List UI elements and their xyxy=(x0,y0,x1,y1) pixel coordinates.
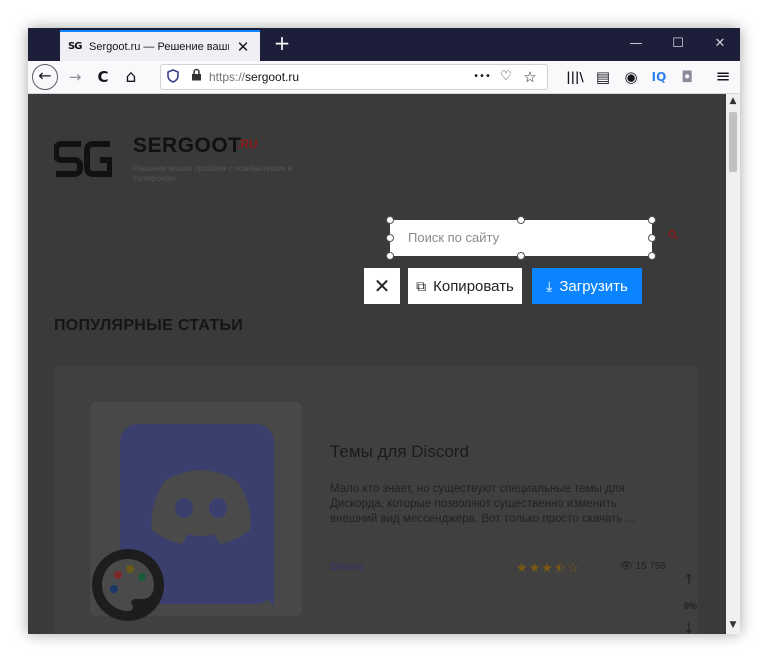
screenshot-download-button[interactable]: ⤓ Загрузить xyxy=(532,268,642,304)
library-icon[interactable]: |||\ xyxy=(562,64,588,90)
rating-stars[interactable]: ★★★⯪☆ xyxy=(516,559,580,581)
selection-handle[interactable] xyxy=(648,234,656,242)
discord-icon xyxy=(151,470,251,544)
back-button[interactable]: ← xyxy=(32,64,58,90)
vertical-scrollbar[interactable]: ▲ ▼ xyxy=(726,94,740,634)
extension-icon[interactable]: ◘ xyxy=(674,64,700,90)
article-description: Мало кто знает, но существуют специальны… xyxy=(330,483,636,525)
page-actions-icon[interactable]: ••• xyxy=(471,65,493,89)
search-placeholder: Поиск по сайту xyxy=(408,230,500,245)
selection-handle[interactable] xyxy=(386,216,394,224)
scroll-up-button[interactable]: ▲ xyxy=(726,96,740,108)
url-protocol: https:// xyxy=(209,70,246,84)
browser-window: SG Sergoot.ru — Решение ваших ✕ + — ☐ ✕ … xyxy=(28,28,740,634)
url-host: sergoot.ru xyxy=(245,70,300,84)
home-button[interactable]: ⌂ xyxy=(118,64,144,90)
search-input[interactable]: Поиск по сайту xyxy=(390,220,652,256)
section-title: ПОПУЛЯРНЫЕ СТАТЬИ xyxy=(54,317,244,334)
sidebar-icon[interactable]: ▤ xyxy=(590,64,616,90)
pocket-icon[interactable]: ♡ xyxy=(495,65,517,89)
url-bar[interactable]: https://sergoot.ru ••• ♡ ☆ xyxy=(160,64,548,90)
tab-sergoot[interactable]: SG Sergoot.ru — Решение ваших ✕ xyxy=(60,30,260,61)
close-icon: ✕ xyxy=(373,275,391,298)
selection-handle[interactable] xyxy=(386,234,394,242)
screenshot-cancel-button[interactable]: ✕ xyxy=(364,268,400,304)
copy-label: Копировать xyxy=(433,277,514,295)
selection-handle[interactable] xyxy=(517,216,525,224)
navigation-toolbar: ← → C ⌂ https://sergoot.ru ••• ♡ ☆ |||\ … xyxy=(28,61,740,94)
download-icon: ⤓ xyxy=(546,277,553,294)
scroll-down-button[interactable]: ▼ xyxy=(726,620,740,632)
screenshot-copy-button[interactable]: ⧉ Копировать xyxy=(408,268,522,304)
discord-logo-tail xyxy=(230,562,274,606)
reload-button[interactable]: C xyxy=(90,64,116,90)
site-tld: .RU xyxy=(237,137,258,151)
download-label: Загрузить xyxy=(559,277,628,295)
scroll-up-arrow-icon[interactable]: ↑ xyxy=(683,572,695,588)
selection-handle[interactable] xyxy=(648,252,656,260)
article-tag-link[interactable]: Discord xyxy=(330,562,364,573)
article-title[interactable]: Темы для Discord xyxy=(330,442,469,462)
view-count: 👁 15 756 xyxy=(620,561,667,572)
site-favicon-icon: SG xyxy=(68,41,82,52)
tab-title: Sergoot.ru — Решение ваших xyxy=(89,40,229,53)
site-name[interactable]: SERGOOT xyxy=(133,134,242,158)
close-window-button[interactable]: ✕ xyxy=(700,28,740,61)
selection-handle[interactable] xyxy=(517,252,525,260)
maximize-button[interactable]: ☐ xyxy=(658,28,698,61)
site-tagline: Решение ваших проблем с компьютером и те… xyxy=(133,164,293,183)
minimize-button[interactable]: — xyxy=(616,28,656,61)
tab-strip: SG Sergoot.ru — Решение ваших ✕ + — ☐ ✕ xyxy=(28,28,740,61)
selection-handle[interactable] xyxy=(648,216,656,224)
url-text[interactable]: https://sergoot.ru xyxy=(209,65,299,89)
tracking-protection-shield-icon[interactable] xyxy=(167,69,181,85)
scrollbar-thumb[interactable] xyxy=(729,112,737,172)
copy-icon: ⧉ xyxy=(416,277,427,294)
sergoot-logo xyxy=(54,141,112,177)
bookmark-star-icon[interactable]: ☆ xyxy=(519,65,541,89)
new-tab-button[interactable]: + xyxy=(268,30,296,58)
account-icon[interactable]: ◉ xyxy=(618,64,644,90)
palette-icon xyxy=(92,549,164,621)
tab-close-icon[interactable]: ✕ xyxy=(235,38,251,56)
article-thumbnail[interactable] xyxy=(90,402,302,621)
search-icon[interactable] xyxy=(668,230,678,243)
scroll-down-arrow-icon[interactable]: ↓ xyxy=(683,621,695,634)
scroll-percent: 0% xyxy=(684,601,698,611)
lock-icon[interactable] xyxy=(191,68,205,86)
forward-button[interactable]: → xyxy=(62,64,88,90)
article-card[interactable]: Темы для Discord Мало кто знает, но суще… xyxy=(54,366,698,634)
page-content: SERGOOT .RU Решение ваших проблем с комп… xyxy=(28,94,726,634)
menu-icon[interactable]: ≡ xyxy=(710,64,736,90)
iq-extension-icon[interactable]: IQ xyxy=(646,64,672,90)
selection-handle[interactable] xyxy=(386,252,394,260)
